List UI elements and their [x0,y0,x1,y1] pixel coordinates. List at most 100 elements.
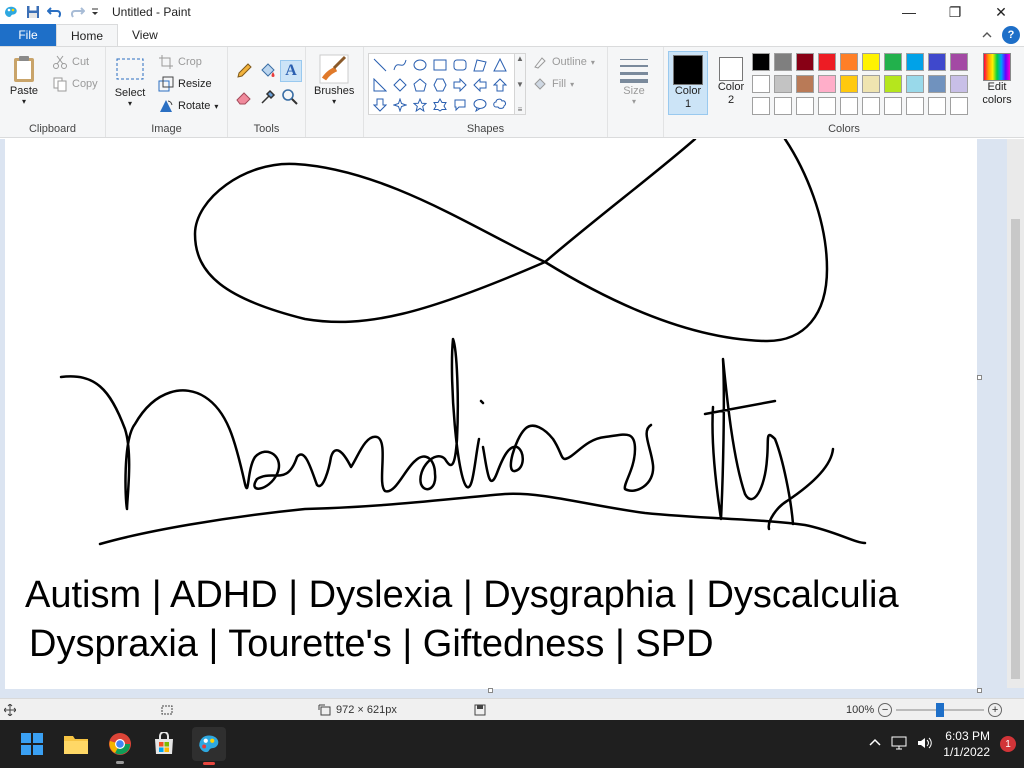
customize-qat-chevron-icon[interactable] [88,1,102,23]
up-arrow-shape-icon[interactable] [491,76,509,94]
paint-taskbar-icon[interactable] [192,727,226,765]
text-tool-icon[interactable]: A [280,60,302,82]
palette-swatch[interactable] [862,53,880,71]
color-2-selector[interactable]: Color 2 [712,51,750,115]
notification-badge[interactable]: 1 [1000,736,1016,752]
palette-swatch[interactable] [928,97,946,115]
palette-swatch[interactable] [752,53,770,71]
size-button[interactable]: Size ▾ [618,53,650,106]
redo-icon[interactable] [66,1,88,23]
brushes-button[interactable]: Brushes ▾ [314,53,354,106]
hexagon-shape-icon[interactable] [431,76,449,94]
rounded-callout-shape-icon[interactable] [451,96,469,114]
tab-home[interactable]: Home [56,24,119,46]
palette-swatch[interactable] [950,75,968,93]
palette-swatch[interactable] [840,53,858,71]
palette-swatch[interactable] [950,97,968,115]
eraser-icon[interactable] [234,87,254,107]
down-arrow-shape-icon[interactable] [371,96,389,114]
magnifier-icon[interactable] [280,87,300,107]
palette-swatch[interactable] [884,97,902,115]
zoom-out-icon[interactable]: − [878,703,893,717]
palette-swatch[interactable] [796,53,814,71]
palette-swatch[interactable] [884,75,902,93]
curve-shape-icon[interactable] [391,56,409,74]
triangle-shape-icon[interactable] [491,56,509,74]
palette-swatch[interactable] [774,75,792,93]
palette-swatch[interactable] [840,97,858,115]
fill-button[interactable]: Fill ▾ [532,75,574,93]
palette-swatch[interactable] [928,53,946,71]
palette-swatch[interactable] [862,75,880,93]
maximize-button[interactable]: ❐ [932,0,978,24]
canvas-resize-handle-right[interactable] [977,375,982,380]
tab-view[interactable]: View [118,24,172,46]
five-point-star-shape-icon[interactable] [411,96,429,114]
palette-swatch[interactable] [884,53,902,71]
canvas-resize-handle-corner[interactable] [977,688,982,693]
zoom-level[interactable]: 100% [846,704,874,716]
canvas-resize-handle-bottom[interactable] [488,688,493,693]
collapse-ribbon-icon[interactable] [978,26,996,44]
pencil-icon[interactable] [234,61,254,81]
rotate-button[interactable]: Rotate ▾ [158,97,218,115]
clock[interactable]: 6:03 PM 1/1/2022 [943,728,990,760]
zoom-slider[interactable] [896,703,985,717]
help-icon[interactable]: ? [1002,26,1020,44]
palette-swatch[interactable] [752,97,770,115]
paste-button[interactable]: Paste ▾ [8,53,40,106]
close-button[interactable]: ✕ [978,0,1024,24]
palette-swatch[interactable] [862,97,880,115]
palette-swatch[interactable] [818,75,836,93]
select-button[interactable]: Select ▾ [114,55,146,108]
zoom-in-icon[interactable]: + [988,703,1003,717]
palette-swatch[interactable] [796,75,814,93]
tab-file[interactable]: File [0,24,56,46]
palette-swatch[interactable] [906,75,924,93]
zoom-slider-thumb[interactable] [936,703,945,717]
four-point-star-shape-icon[interactable] [391,96,409,114]
palette-swatch[interactable] [774,53,792,71]
minimize-button[interactable]: — [886,0,932,24]
edit-colors-button[interactable]: Edit colors [976,53,1018,117]
palette-swatch[interactable] [796,97,814,115]
network-icon[interactable] [891,736,907,753]
diamond-shape-icon[interactable] [391,76,409,94]
fill-bucket-icon[interactable] [258,61,278,81]
scrollbar-thumb[interactable] [1011,219,1020,679]
palette-swatch[interactable] [928,75,946,93]
palette-swatch[interactable] [950,53,968,71]
palette-swatch[interactable] [906,53,924,71]
oval-callout-shape-icon[interactable] [471,96,489,114]
line-shape-icon[interactable] [371,56,389,74]
polygon-shape-icon[interactable] [471,56,489,74]
drawing-canvas[interactable]: Autism | ADHD | Dyslexia | Dysgraphia | … [5,139,977,689]
microsoft-store-icon[interactable] [148,728,180,760]
shapes-gallery-scroll[interactable]: ▲ ▼ ≡ [514,53,526,115]
file-explorer-icon[interactable] [60,728,92,760]
color-picker-icon[interactable] [258,87,278,107]
six-point-star-shape-icon[interactable] [431,96,449,114]
rounded-rectangle-shape-icon[interactable] [451,56,469,74]
cut-button[interactable]: Cut [52,53,89,71]
volume-icon[interactable] [917,736,933,753]
save-icon[interactable] [22,1,44,23]
copy-button[interactable]: Copy [52,75,98,93]
palette-swatch[interactable] [774,97,792,115]
palette-swatch[interactable] [818,97,836,115]
cloud-callout-shape-icon[interactable] [491,96,509,114]
resize-button[interactable]: Resize [158,75,212,93]
rectangle-shape-icon[interactable] [431,56,449,74]
paint-app-icon[interactable] [0,1,22,23]
crop-button[interactable]: Crop [158,53,202,71]
oval-shape-icon[interactable] [411,56,429,74]
palette-swatch[interactable] [840,75,858,93]
windows-start-icon[interactable] [16,728,48,760]
chrome-icon[interactable] [104,728,136,764]
pentagon-shape-icon[interactable] [411,76,429,94]
palette-swatch[interactable] [818,53,836,71]
show-hidden-icons-chevron-icon[interactable] [869,737,881,752]
right-triangle-shape-icon[interactable] [371,76,389,94]
outline-button[interactable]: Outline ▾ [532,53,595,71]
palette-swatch[interactable] [752,75,770,93]
